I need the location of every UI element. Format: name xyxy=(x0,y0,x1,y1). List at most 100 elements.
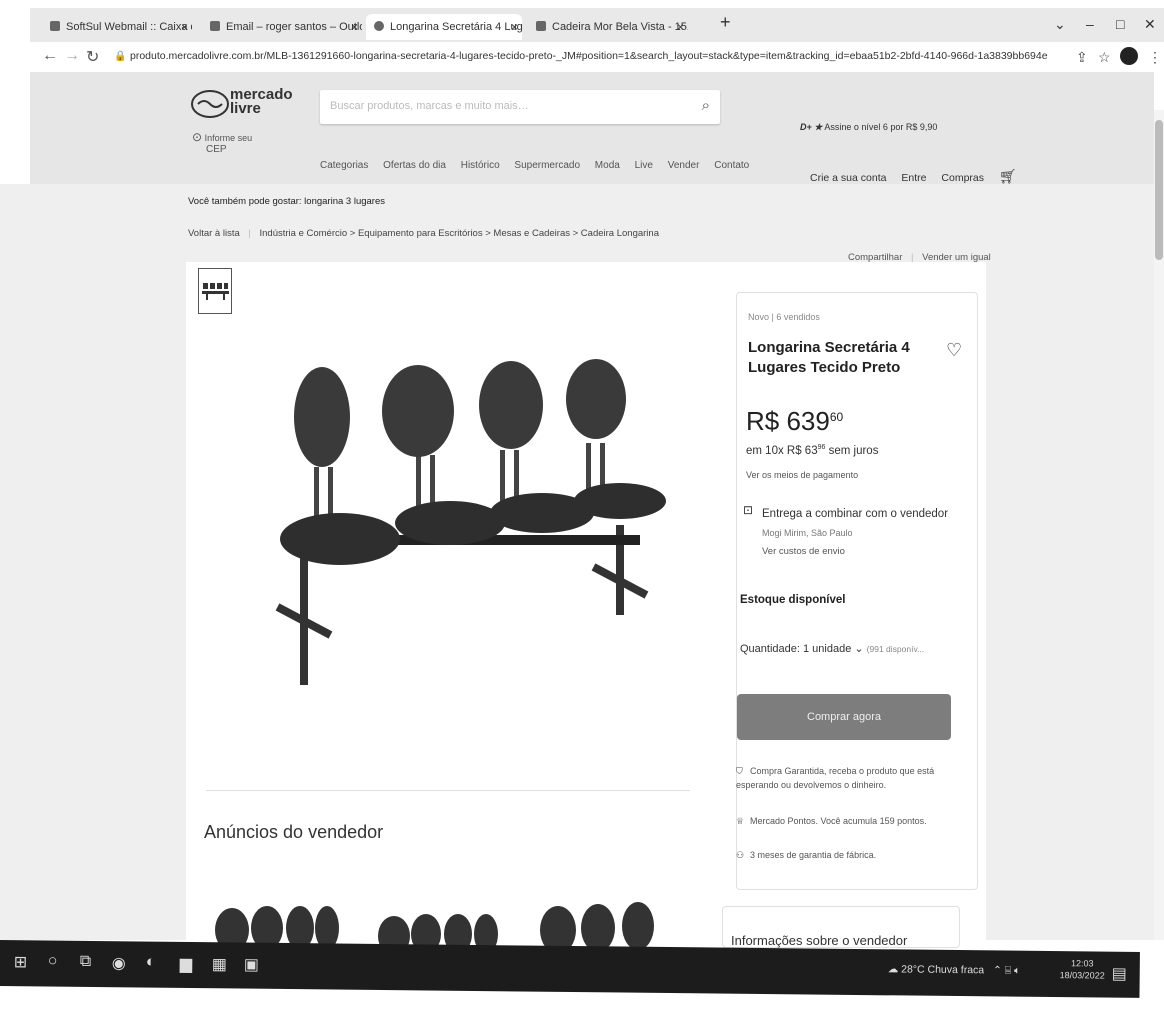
weather-cloud-icon[interactable]: ☁ xyxy=(888,963,899,975)
file-explorer-icon[interactable]: ▆ xyxy=(180,954,193,974)
gallery-thumbnail[interactable] xyxy=(198,268,232,314)
word-icon[interactable]: ▣ xyxy=(244,955,259,975)
divider xyxy=(206,790,690,791)
condition-sold: Novo | 6 vendidos xyxy=(748,312,820,322)
breadcrumb: Voltar à lista | Indústria e Comércio > … xyxy=(188,228,659,239)
scrollbar-thumb[interactable] xyxy=(1155,120,1163,260)
minimize-icon[interactable]: – xyxy=(1086,16,1094,32)
trophy-icon: ♕ xyxy=(736,816,745,826)
tab-search-chevron-icon[interactable]: ⌄ xyxy=(1054,16,1066,33)
taskbar-clock[interactable]: 12:03 18/03/2022 xyxy=(1060,957,1105,981)
reload-icon[interactable]: ↻ xyxy=(86,47,99,67)
close-tab-icon[interactable]: × xyxy=(351,14,358,40)
nav-vender[interactable]: Vender xyxy=(668,160,700,171)
logo-text: mercado livre xyxy=(230,86,293,117)
favorite-heart-icon[interactable]: ♡ xyxy=(946,340,962,361)
tab-longarina-active[interactable]: Longarina Secretária 4 Lugares Te× xyxy=(366,14,522,40)
quantity-selector[interactable]: Quantidade: 1 unidade ⌄ (991 disponív... xyxy=(740,642,924,655)
site-header: mercado livre ⊙ Informe seu CEP Buscar pr… xyxy=(30,72,1154,184)
bookmark-star-icon[interactable]: ☆ xyxy=(1098,49,1111,66)
cep-selector[interactable]: ⊙ Informe seu CEP xyxy=(192,130,252,155)
url-field[interactable]: produto.mercadolivre.com.br/MLB-13612916… xyxy=(130,50,1048,62)
menu-dots-icon[interactable]: ⋮ xyxy=(1148,49,1162,66)
benefit-points: ♕ Mercado Pontos. Você acumula 159 pontos… xyxy=(736,816,927,826)
new-tab-button[interactable]: + xyxy=(720,12,731,33)
shield-icon: ⛉ xyxy=(736,766,743,776)
seller-info-heading: Informações sobre o vendedor xyxy=(731,933,908,948)
category-nav: Categorias Ofertas do dia Histórico Supe… xyxy=(320,160,761,171)
stock-heading: Estoque disponível xyxy=(740,594,846,606)
chrome-icon[interactable]: ◉ xyxy=(112,953,126,973)
nav-historico[interactable]: Histórico xyxy=(461,160,500,171)
nav-live[interactable]: Live xyxy=(635,160,653,171)
profile-avatar[interactable] xyxy=(1120,47,1138,65)
share-icon[interactable]: ⇪ xyxy=(1076,49,1088,66)
tab-softsul-webmail[interactable]: SoftSul Webmail :: Caixa de entr× xyxy=(42,14,192,40)
payment-methods-link[interactable]: Ver os meios de pagamento xyxy=(746,470,858,480)
lock-icon[interactable]: 🔒 xyxy=(114,51,126,62)
back-to-list-link[interactable]: Voltar à lista xyxy=(188,228,240,239)
system-tray: ☁ 28°C Chuva fraca ⌃ ⌸ 🔈︎ xyxy=(888,963,1021,977)
purchases-link[interactable]: Compras xyxy=(941,172,984,184)
location-pin-icon: ⊙ xyxy=(192,130,203,144)
shipping-info: Entrega a combinar com o vendedor xyxy=(762,508,949,520)
close-tab-icon[interactable]: × xyxy=(511,14,518,40)
benefit-warranty: ⚇ 3 meses de garantia de fábrica. xyxy=(736,850,877,860)
nav-moda[interactable]: Moda xyxy=(595,160,620,171)
shipping-costs-link[interactable]: Ver custos de envio xyxy=(762,546,845,557)
close-window-icon[interactable]: ✕ xyxy=(1144,16,1156,33)
outlook-favicon-icon xyxy=(210,21,220,31)
purchase-panel xyxy=(736,292,978,890)
network-icon[interactable]: ⌸ xyxy=(1005,965,1011,977)
nav-supermercado[interactable]: Supermercado xyxy=(514,160,580,171)
close-tab-icon[interactable]: × xyxy=(677,14,684,40)
suggestion-link[interactable]: Você também pode gostar: longarina 3 lug… xyxy=(188,196,385,207)
nav-categorias[interactable]: Categorias xyxy=(320,160,368,171)
scrollbar[interactable] xyxy=(1154,110,1164,940)
tab-outlook-email[interactable]: Email – roger santos – Outlook × xyxy=(202,14,362,40)
cart-icon[interactable]: 🛒︎ xyxy=(999,168,1017,184)
disney-star-promo[interactable]: D+ ★ Assine o nível 6 por R$ 9,90 xyxy=(800,122,937,133)
page-favicon-icon xyxy=(536,21,546,31)
nav-contato[interactable]: Contato xyxy=(714,160,749,171)
price: R$ 63960 xyxy=(746,406,844,436)
product-title: Longarina Secretária 4 Lugares Tecido Pr… xyxy=(748,339,910,376)
search-icon[interactable]: ○ xyxy=(48,953,58,971)
product-image[interactable] xyxy=(260,355,680,705)
buy-now-button[interactable]: Comprar agora xyxy=(737,694,951,740)
benefit-guarantee: ⛉ Compra Garantida, receba o produto que … xyxy=(736,766,935,790)
medal-icon: ⚇ xyxy=(736,850,745,860)
chair-thumbnail-icon xyxy=(202,283,229,300)
browser-tab-bar: SoftSul Webmail :: Caixa de entr× Email … xyxy=(30,8,1164,42)
firefox-icon[interactable]: ◐ xyxy=(146,954,156,972)
weather-text[interactable]: 28°C Chuva fraca xyxy=(901,963,984,976)
search-box[interactable]: Buscar produtos, marcas e muito mais… ⌕ xyxy=(320,90,720,124)
disney-star-logo-icon: D+ ★ xyxy=(800,122,823,132)
forward-arrow-icon[interactable]: → xyxy=(64,47,80,65)
notifications-icon[interactable]: ▤ xyxy=(1112,964,1127,984)
calculator-icon[interactable]: ▦ xyxy=(212,954,227,974)
seller-ad-item[interactable] xyxy=(538,900,688,950)
volume-icon[interactable]: 🔈︎ xyxy=(1014,965,1020,977)
delivery-icon: ⊡ xyxy=(743,503,754,517)
account-nav: Crie a sua conta Entre Compras 🛒︎ xyxy=(810,168,1029,185)
seller-ad-item[interactable] xyxy=(376,900,526,950)
search-icon[interactable]: ⌕ xyxy=(702,97,710,114)
shipping-city: Mogi Mirim, São Paulo xyxy=(762,528,853,538)
breadcrumb-path[interactable]: Indústria e Comércio > Equipamento para … xyxy=(260,228,659,239)
tray-chevron-icon[interactable]: ⌃ xyxy=(993,964,1002,976)
back-arrow-icon[interactable]: ← xyxy=(42,47,58,65)
task-view-icon[interactable]: ⧉ xyxy=(80,953,92,971)
installments: em 10x R$ 6396 sem juros xyxy=(746,444,879,457)
nav-ofertas[interactable]: Ofertas do dia xyxy=(383,160,446,171)
login-link[interactable]: Entre xyxy=(901,172,926,184)
restore-icon[interactable]: □ xyxy=(1116,16,1124,32)
seller-info-card[interactable]: Informações sobre o vendedor xyxy=(722,906,960,948)
windows-start-icon[interactable]: ⊞ xyxy=(14,952,28,972)
create-account-link[interactable]: Crie a sua conta xyxy=(810,172,886,184)
close-tab-icon[interactable]: × xyxy=(181,14,188,40)
seller-ads-heading: Anúncios do vendedor xyxy=(204,822,384,842)
search-input[interactable]: Buscar produtos, marcas e muito mais… xyxy=(330,100,529,112)
tab-cadeira-mor[interactable]: Cadeira Mor Bela Vista - 151511× xyxy=(528,14,688,40)
address-bar: ← → ↻ 🔒 produto.mercadolivre.com.br/MLB-… xyxy=(30,42,1164,72)
